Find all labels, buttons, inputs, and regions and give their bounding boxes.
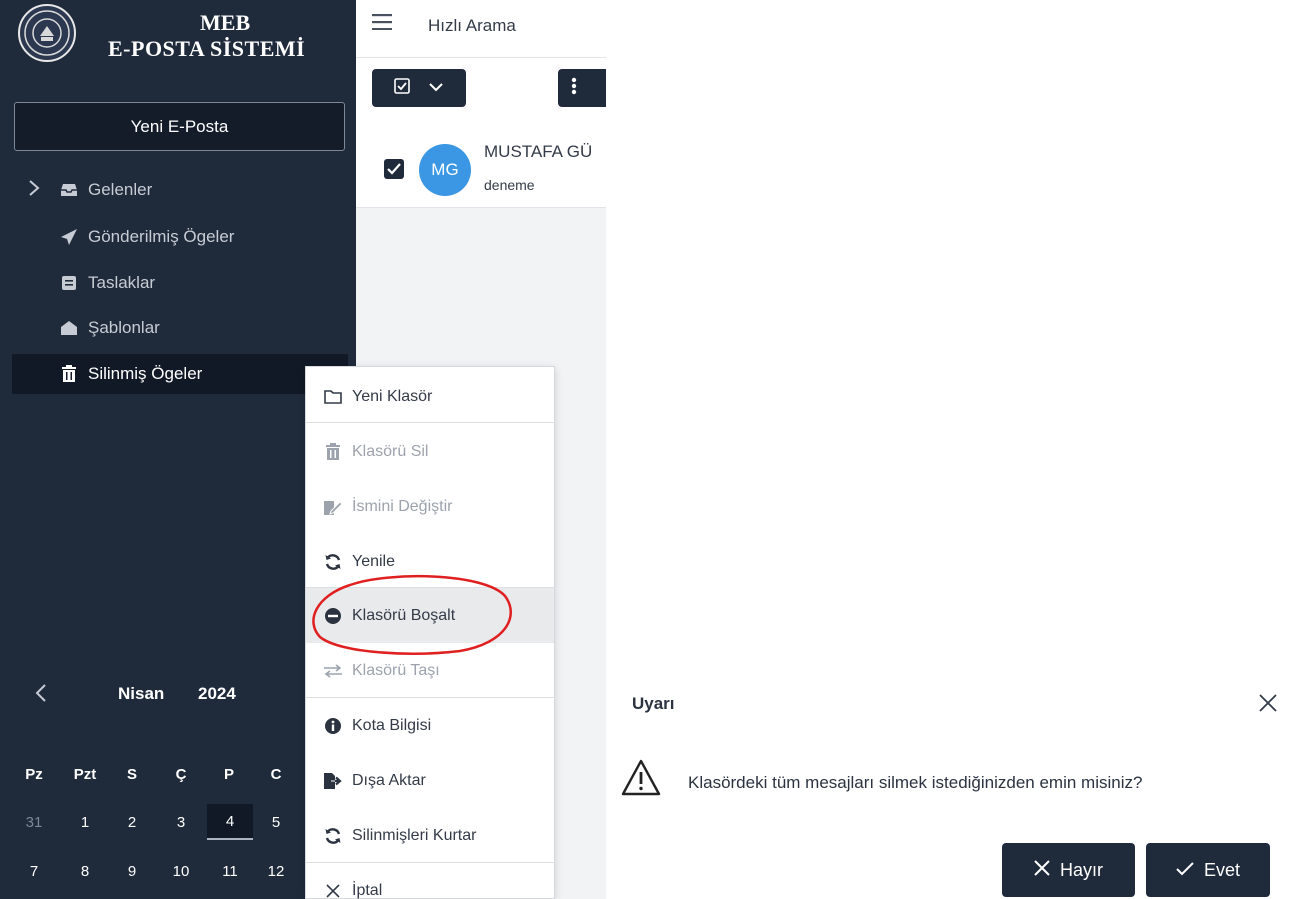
calendar-day[interactable]: 1 [62, 804, 108, 840]
menu-item-label: Yenile [352, 552, 396, 570]
calendar-month: Nisan [118, 684, 165, 703]
menu-item-label: Klasörü Taşı [352, 661, 440, 679]
sidebar-item-gelenler[interactable]: Gelenler [12, 170, 348, 210]
sidebar-item-label: Silinmiş Ögeler [88, 364, 203, 383]
warning-icon [620, 758, 662, 798]
menu-item-label: İsmini Değiştir [352, 497, 453, 515]
calendar-day[interactable]: 11 [207, 853, 253, 889]
menu-item-label: Dışa Aktar [352, 771, 426, 789]
calendar-day[interactable]: 2 [109, 804, 155, 840]
no-button[interactable]: Hayır [1002, 843, 1135, 897]
vertical-ellipsis-icon [571, 77, 577, 100]
close-icon [323, 881, 343, 899]
export-icon [323, 771, 343, 791]
calendar-year: 2024 [198, 684, 236, 703]
dialog-title: Uyarı [632, 694, 675, 713]
select-all-dropdown-button[interactable] [372, 69, 466, 107]
weekday-label: Ç [175, 765, 187, 783]
weekday-label: S [126, 765, 137, 783]
chevron-down-icon [428, 79, 444, 97]
message-sender: MUSTAFA GÜ [484, 142, 593, 161]
drafts-icon [60, 274, 78, 292]
top-bar: Hızlı Arama [356, 0, 606, 58]
weekday-label: Pzt [73, 765, 97, 783]
calendar-day[interactable]: 3 [158, 804, 204, 840]
chevron-right-icon[interactable] [28, 179, 40, 202]
chevron-left-icon[interactable] [34, 682, 48, 709]
sidebar-item-label: Şablonlar [88, 318, 160, 337]
list-item[interactable]: MG MUSTAFA GÜ deneme [356, 128, 606, 208]
calendar-day[interactable]: 7 [11, 853, 57, 889]
toolbar [356, 58, 606, 128]
refresh-icon [323, 552, 343, 572]
folder-icon [323, 387, 343, 407]
sidebar-item-label: Taslaklar [88, 273, 156, 292]
menu-item-export[interactable]: Dışa Aktar [306, 753, 554, 808]
menu-item-rename[interactable]: İsmini Değiştir [306, 479, 554, 534]
menu-item-recover-deleted[interactable]: Silinmişleri Kurtar [306, 808, 554, 863]
meb-seal-logo [18, 4, 76, 62]
menu-divider [306, 422, 554, 423]
menu-item-label: Yeni Klasör [352, 387, 433, 405]
dialog-message: Klasördeki tüm mesajları silmek istediği… [688, 773, 1143, 792]
sidebar-item-label: Gelenler [88, 180, 153, 199]
menu-item-cancel[interactable]: İptal [306, 863, 554, 899]
logo-title-line2: E-POSTA SİSTEMİ [108, 36, 306, 61]
calendar-day[interactable]: 10 [158, 853, 204, 889]
paper-plane-icon [60, 228, 78, 246]
checkbox-icon [394, 77, 410, 99]
logo-title-line1: MEB [200, 10, 251, 35]
envelope-open-icon [60, 319, 78, 337]
menu-item-new-folder[interactable]: Yeni Klasör [306, 369, 554, 424]
calendar-week: 7 8 9 10 11 12 [0, 853, 356, 889]
calendar-day[interactable]: 31 [11, 804, 57, 840]
menu-item-label: İptal [352, 881, 383, 899]
menu-item-label: Kota Bilgisi [352, 716, 432, 734]
message-subject: deneme [484, 177, 535, 193]
calendar-week: 31 1 2 3 4 5 [0, 804, 356, 840]
yes-button[interactable]: Evet [1146, 843, 1270, 897]
trash-icon [323, 442, 343, 462]
menu-item-label: Silinmişleri Kurtar [352, 826, 477, 844]
weekday-label: P [223, 765, 234, 783]
check-icon [1176, 860, 1194, 881]
menu-item-label: Klasörü Sil [352, 442, 429, 460]
calendar-weekdays: Pz Pzt S Ç P C [0, 756, 356, 792]
trash-icon [60, 365, 78, 383]
close-icon [1034, 859, 1050, 881]
sidebar-item-label: Gönderilmiş Ögeler [88, 227, 235, 246]
calendar-day[interactable]: 8 [62, 853, 108, 889]
calendar-day[interactable]: 12 [253, 853, 299, 889]
calendar-day[interactable]: 9 [109, 853, 155, 889]
weekday-label: C [270, 765, 282, 783]
info-circle-icon [323, 716, 343, 736]
edit-icon [323, 497, 343, 517]
menu-item-quota-info[interactable]: Kota Bilgisi [306, 698, 554, 753]
avatar: MG [419, 144, 471, 196]
quick-search[interactable]: Hızlı Arama [428, 16, 516, 36]
exchange-icon [323, 661, 343, 681]
close-icon[interactable] [1258, 693, 1280, 715]
message-checkbox[interactable] [384, 159, 404, 179]
sidebar-item-silinmis[interactable]: Silinmiş Ögeler [12, 354, 348, 394]
sidebar: MEB E-POSTA SİSTEMİ Yeni E-Posta Gelenle… [0, 0, 356, 899]
yes-button-label: Evet [1203, 859, 1241, 880]
red-annotation-circle [312, 574, 512, 655]
inbox-icon [60, 181, 78, 199]
calendar-day-today[interactable]: 4 [207, 804, 253, 840]
sidebar-item-sablonlar[interactable]: Şablonlar [12, 308, 348, 348]
calendar-day[interactable]: 5 [253, 804, 299, 840]
refresh-icon [323, 826, 343, 846]
new-mail-button[interactable]: Yeni E-Posta [14, 102, 345, 151]
hamburger-menu-icon[interactable] [372, 14, 392, 32]
calendar-header: Nisan 2024 [0, 680, 356, 710]
sidebar-item-gonderilmis[interactable]: Gönderilmiş Ögeler [12, 217, 348, 257]
more-options-button[interactable] [558, 69, 606, 107]
menu-item-delete-folder[interactable]: Klasörü Sil [306, 424, 554, 479]
sidebar-item-taslaklar[interactable]: Taslaklar [12, 263, 348, 303]
logo: MEB E-POSTA SİSTEMİ [0, 0, 356, 82]
no-button-label: Hayır [1059, 859, 1103, 880]
weekday-label: Pz [25, 765, 43, 783]
